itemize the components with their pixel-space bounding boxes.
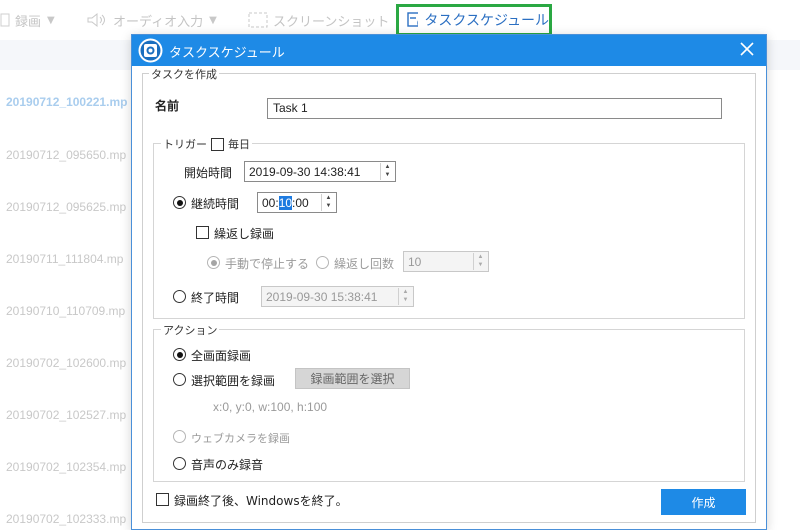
duration-spinner[interactable]: 00:10:00 ▲ ▼ bbox=[257, 192, 337, 213]
shutdown-after-checkbox[interactable] bbox=[156, 493, 169, 506]
task-name-input[interactable]: Task 1 bbox=[267, 98, 722, 119]
end-time-radio[interactable] bbox=[173, 290, 186, 303]
file-item[interactable]: 20190712_095625.mp bbox=[6, 200, 126, 214]
app-logo-icon bbox=[138, 38, 163, 63]
trigger-label: トリガー bbox=[163, 138, 207, 151]
fullscreen-label: 全画面録画 bbox=[191, 349, 252, 363]
manual-stop-radio[interactable] bbox=[207, 256, 220, 269]
duration-hours: 00: bbox=[262, 196, 279, 210]
duration-seconds: :00 bbox=[292, 196, 309, 210]
chevron-down-icon: ▼ bbox=[47, 14, 55, 26]
spinner-arrows-icon[interactable]: ▲ ▼ bbox=[398, 288, 412, 305]
region-coordinates: x:0, y:0, w:100, h:100 bbox=[213, 400, 328, 414]
file-item[interactable]: 20190702_102354.mp bbox=[6, 460, 126, 474]
file-item[interactable]: 20190702_102527.mp bbox=[6, 408, 126, 422]
duration-radio[interactable] bbox=[173, 196, 186, 209]
record-label: 録画 bbox=[15, 14, 42, 30]
record-menu[interactable]: 録画 ▼ bbox=[0, 10, 55, 30]
region-radio[interactable] bbox=[173, 373, 186, 386]
audio-only-radio[interactable] bbox=[173, 457, 186, 470]
screenshot-label: スクリーンショット bbox=[273, 14, 390, 30]
file-item[interactable]: 20190702_102600.mp bbox=[6, 356, 126, 370]
daily-label: 毎日 bbox=[228, 138, 250, 151]
manual-stop-label: 手動で停止する bbox=[225, 257, 310, 271]
start-time-value: 2019-09-30 14:38:41 bbox=[249, 165, 361, 179]
repeat-recording-checkbox[interactable] bbox=[196, 226, 209, 239]
trigger-legend: トリガー 毎日 bbox=[161, 136, 252, 152]
task-schedule-label: タスクスケジュール bbox=[424, 13, 549, 29]
dialog-title-bar: タスクスケジュール bbox=[132, 35, 766, 66]
dialog-title: タスクスケジュール bbox=[169, 46, 285, 61]
audio-input-menu[interactable]: オーディオ入力 ▼ bbox=[86, 10, 217, 30]
screenshot-menu[interactable]: スクリーンショット bbox=[248, 10, 389, 30]
webcam-label: ウェブカメラを録画 bbox=[191, 432, 290, 445]
schedule-icon bbox=[407, 12, 419, 27]
repeat-count-spinner[interactable]: 10 ▲ ▼ bbox=[403, 251, 489, 272]
trigger-group: トリガー 毎日 開始時間 2019-09-30 14:38:41 ▲ ▼ 継続時間… bbox=[153, 136, 745, 319]
region-label: 選択範囲を録画 bbox=[191, 374, 276, 388]
duration-minutes: 10 bbox=[278, 196, 293, 210]
spinner-arrows-icon[interactable]: ▲ ▼ bbox=[321, 194, 335, 211]
select-region-button[interactable]: 録画範囲を選択 bbox=[295, 368, 410, 389]
create-button[interactable]: 作成 bbox=[661, 489, 746, 515]
fullscreen-radio[interactable] bbox=[173, 348, 186, 361]
file-item[interactable]: 20190711_111804.mp bbox=[6, 252, 123, 266]
end-time-label: 終了時間 bbox=[191, 291, 240, 305]
repeat-count-label: 繰返し回数 bbox=[334, 257, 395, 271]
daily-checkbox[interactable] bbox=[211, 137, 224, 151]
task-schedule-dialog: タスクスケジュール タスクを作成 名前 Task 1 トリガー 毎日 開始時間 … bbox=[131, 34, 767, 530]
duration-label: 継続時間 bbox=[191, 197, 240, 211]
webcam-radio[interactable] bbox=[173, 430, 186, 443]
file-item[interactable]: 20190710_110709.mp bbox=[6, 304, 125, 318]
audio-input-label: オーディオ入力 bbox=[113, 14, 204, 30]
close-icon[interactable] bbox=[738, 40, 756, 58]
action-legend: アクション bbox=[161, 322, 220, 338]
start-time-spinner[interactable]: 2019-09-30 14:38:41 ▲ ▼ bbox=[244, 161, 396, 182]
file-item[interactable]: 20190712_100221.mp bbox=[6, 95, 127, 109]
action-group: アクション 全画面録画 選択範囲を録画 録画範囲を選択 x:0, y:0, w:… bbox=[153, 322, 745, 482]
name-label: 名前 bbox=[155, 99, 180, 113]
task-schedule-menu[interactable]: タスクスケジュール bbox=[396, 4, 552, 36]
end-time-spinner[interactable]: 2019-09-30 15:38:41 ▲ ▼ bbox=[261, 286, 414, 307]
screenshot-icon bbox=[248, 12, 268, 28]
audio-only-label: 音声のみ録音 bbox=[191, 458, 264, 472]
create-task-group: タスクを作成 名前 Task 1 トリガー 毎日 開始時間 2019-09-30… bbox=[142, 66, 756, 523]
duration-value: 00:10:00 bbox=[262, 196, 309, 210]
shutdown-after-label: 録画終了後、Windowsを終了。 bbox=[174, 494, 348, 508]
record-icon bbox=[0, 13, 10, 27]
spinner-arrows-icon[interactable]: ▲ ▼ bbox=[380, 163, 394, 180]
end-time-value: 2019-09-30 15:38:41 bbox=[266, 290, 378, 304]
create-task-legend: タスクを作成 bbox=[149, 66, 219, 82]
repeat-recording-label: 繰返し録画 bbox=[214, 227, 275, 241]
repeat-count-value: 10 bbox=[408, 255, 422, 269]
repeat-count-radio[interactable] bbox=[316, 256, 329, 269]
chevron-down-icon: ▼ bbox=[209, 14, 217, 26]
file-item[interactable]: 20190702_102333.mp bbox=[6, 512, 126, 526]
speaker-icon bbox=[86, 12, 108, 28]
start-time-label: 開始時間 bbox=[184, 166, 233, 180]
spinner-arrows-icon[interactable]: ▲ ▼ bbox=[473, 253, 487, 270]
file-item[interactable]: 20190712_095650.mp bbox=[6, 148, 126, 162]
